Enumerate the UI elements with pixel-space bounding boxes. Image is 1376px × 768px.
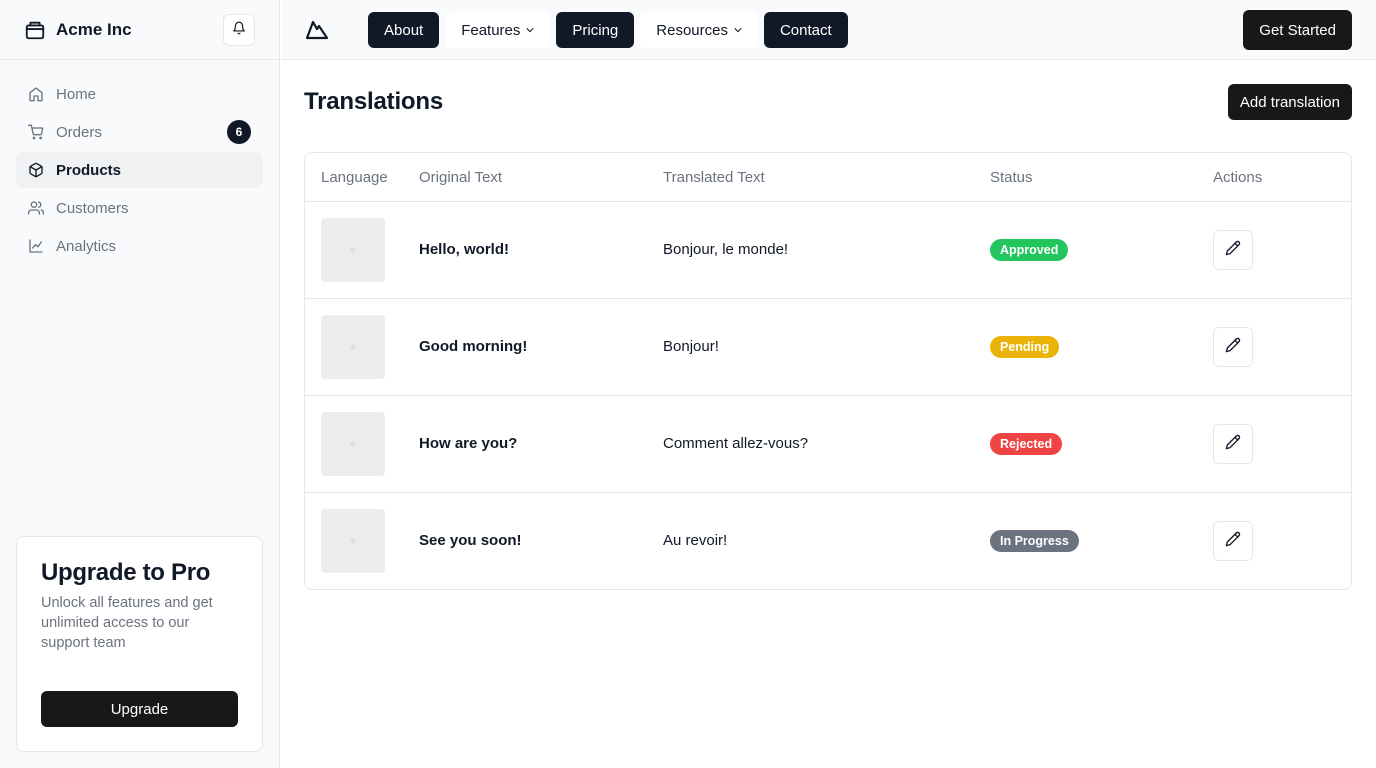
language-image-placeholder	[321, 412, 385, 476]
column-header-translated: Translated Text	[663, 169, 765, 186]
edit-button[interactable]	[1213, 230, 1253, 270]
pencil-icon	[1225, 531, 1241, 551]
edit-button[interactable]	[1213, 424, 1253, 464]
translated-text: Bonjour, le monde!	[663, 241, 789, 258]
pencil-icon	[1225, 240, 1241, 260]
column-header-original: Original Text	[419, 169, 503, 186]
sidebar-header: Acme Inc	[0, 0, 279, 60]
menu-label: About	[384, 21, 424, 39]
menu-contact[interactable]: Contact	[763, 12, 848, 48]
menu-features[interactable]: Features	[445, 12, 551, 48]
brand-name[interactable]: Acme Inc	[56, 20, 132, 40]
status-badge: Rejected	[990, 433, 1063, 455]
pencil-icon	[1225, 434, 1241, 454]
sidebar-nav: Home Orders 6 Products Customers Analyti…	[0, 60, 279, 282]
translations-table: Language Original Text Translated Text S…	[304, 152, 1352, 590]
mountain-logo-icon[interactable]	[305, 18, 329, 42]
edit-button[interactable]	[1213, 327, 1253, 367]
column-header-status: Status	[990, 169, 1033, 186]
language-image-placeholder	[321, 218, 385, 282]
language-image-placeholder	[321, 509, 385, 573]
upgrade-button[interactable]: Upgrade	[41, 691, 238, 727]
translated-text: Comment allez-vous?	[663, 435, 809, 452]
menu-about[interactable]: About	[368, 12, 440, 48]
cart-icon	[28, 124, 44, 140]
top-menu: About Features Pricing Resources Contact	[368, 12, 848, 48]
language-image-placeholder	[321, 315, 385, 379]
sidebar-item-label: Products	[56, 161, 122, 179]
original-text: Hello, world!	[419, 241, 509, 258]
top-navbar: About Features Pricing Resources Contact…	[281, 0, 1376, 60]
chevron-down-icon	[526, 26, 535, 34]
menu-pricing[interactable]: Pricing	[556, 12, 635, 48]
table-header: Language Original Text Translated Text S…	[305, 153, 1351, 202]
page-title: Translations	[304, 88, 443, 115]
menu-label: Pricing	[572, 21, 619, 39]
table-row: How are you? Comment allez-vous? Rejecte…	[305, 396, 1351, 493]
status-badge: In Progress	[990, 530, 1079, 552]
add-translation-button[interactable]: Add translation	[1227, 84, 1352, 120]
original-text: How are you?	[419, 435, 518, 452]
column-header-language: Language	[321, 169, 388, 186]
sidebar-item-orders[interactable]: Orders 6	[16, 114, 263, 150]
table-row: Good morning! Bonjour! Pending	[305, 299, 1351, 396]
original-text: Good morning!	[419, 338, 528, 355]
upgrade-card: Upgrade to Pro Unlock all features and g…	[16, 536, 263, 752]
pencil-icon	[1225, 337, 1241, 357]
sidebar-item-label: Orders	[56, 123, 102, 141]
get-started-button[interactable]: Get Started	[1243, 10, 1352, 50]
edit-button[interactable]	[1213, 521, 1253, 561]
upgrade-title: Upgrade to Pro	[41, 559, 211, 586]
column-header-actions: Actions	[1213, 169, 1263, 186]
status-badge: Approved	[990, 239, 1069, 261]
users-icon	[28, 200, 44, 216]
sidebar-item-customers[interactable]: Customers	[16, 190, 263, 226]
sidebar-item-label: Analytics	[56, 237, 117, 255]
package-icon	[28, 162, 44, 178]
menu-label: Features	[461, 21, 521, 39]
chart-icon	[28, 238, 44, 254]
menu-resources[interactable]: Resources	[640, 12, 758, 48]
menu-label: Contact	[779, 21, 832, 39]
sidebar-item-home[interactable]: Home	[16, 76, 263, 112]
original-text: See you soon!	[419, 532, 522, 549]
upgrade-description: Unlock all features and get unlimited ac…	[41, 595, 213, 651]
sidebar-item-analytics[interactable]: Analytics	[16, 228, 263, 264]
bell-icon	[232, 21, 246, 40]
chevron-down-icon	[734, 26, 742, 34]
sidebar-item-products[interactable]: Products	[16, 152, 263, 188]
home-icon	[28, 86, 44, 102]
sidebar: Acme Inc Home Orders 6 Products Customer…	[0, 0, 280, 768]
translated-text: Au revoir!	[663, 532, 728, 549]
store-icon	[24, 19, 46, 41]
status-badge: Pending	[990, 336, 1060, 358]
menu-label: Resources	[656, 21, 728, 39]
orders-count-badge: 6	[227, 120, 251, 144]
sidebar-item-label: Home	[56, 85, 97, 103]
translated-text: Bonjour!	[663, 338, 719, 355]
sidebar-item-label: Customers	[56, 199, 129, 217]
notifications-button[interactable]	[223, 14, 255, 46]
table-row: See you soon! Au revoir! In Progress	[305, 493, 1351, 589]
table-row: Hello, world! Bonjour, le monde! Approve…	[305, 202, 1351, 299]
